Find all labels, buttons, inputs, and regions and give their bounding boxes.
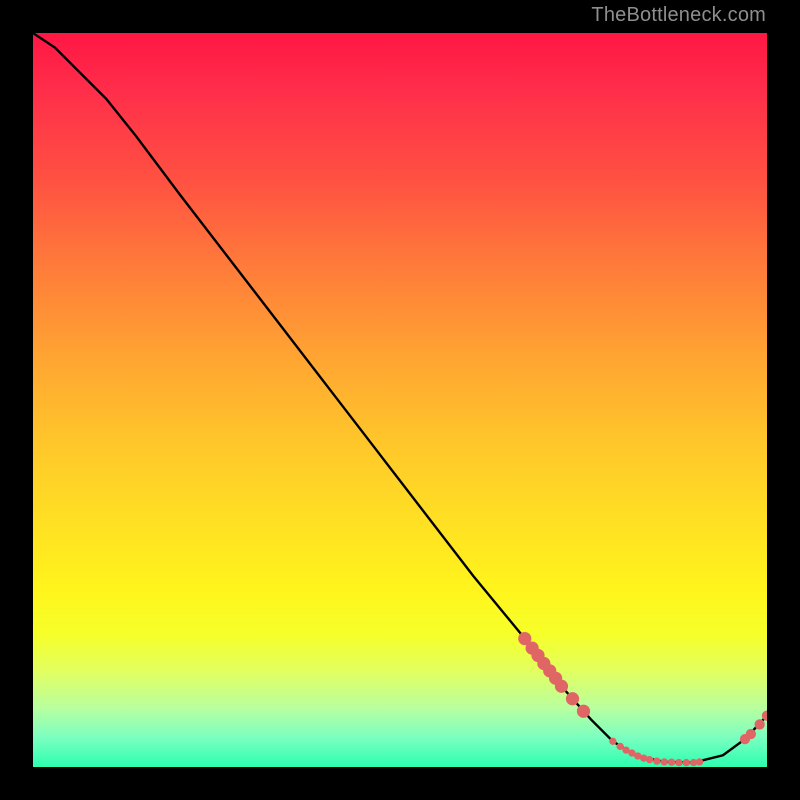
data-point xyxy=(661,758,668,765)
data-point xyxy=(696,758,703,765)
data-point xyxy=(746,729,756,739)
data-point xyxy=(675,759,682,766)
plot-area xyxy=(33,33,767,767)
data-point xyxy=(668,759,675,766)
data-point xyxy=(555,680,568,693)
data-point xyxy=(609,738,616,745)
data-point xyxy=(566,692,579,705)
data-point xyxy=(646,756,653,763)
data-point xyxy=(577,705,590,718)
highlight-points xyxy=(518,632,767,766)
data-point xyxy=(683,759,690,766)
chart-svg xyxy=(33,33,767,767)
data-point xyxy=(755,719,765,729)
watermark-text: TheBottleneck.com xyxy=(591,4,766,27)
data-point xyxy=(653,757,660,764)
bottleneck-curve xyxy=(33,33,767,763)
chart-stage: TheBottleneck.com xyxy=(0,0,800,800)
